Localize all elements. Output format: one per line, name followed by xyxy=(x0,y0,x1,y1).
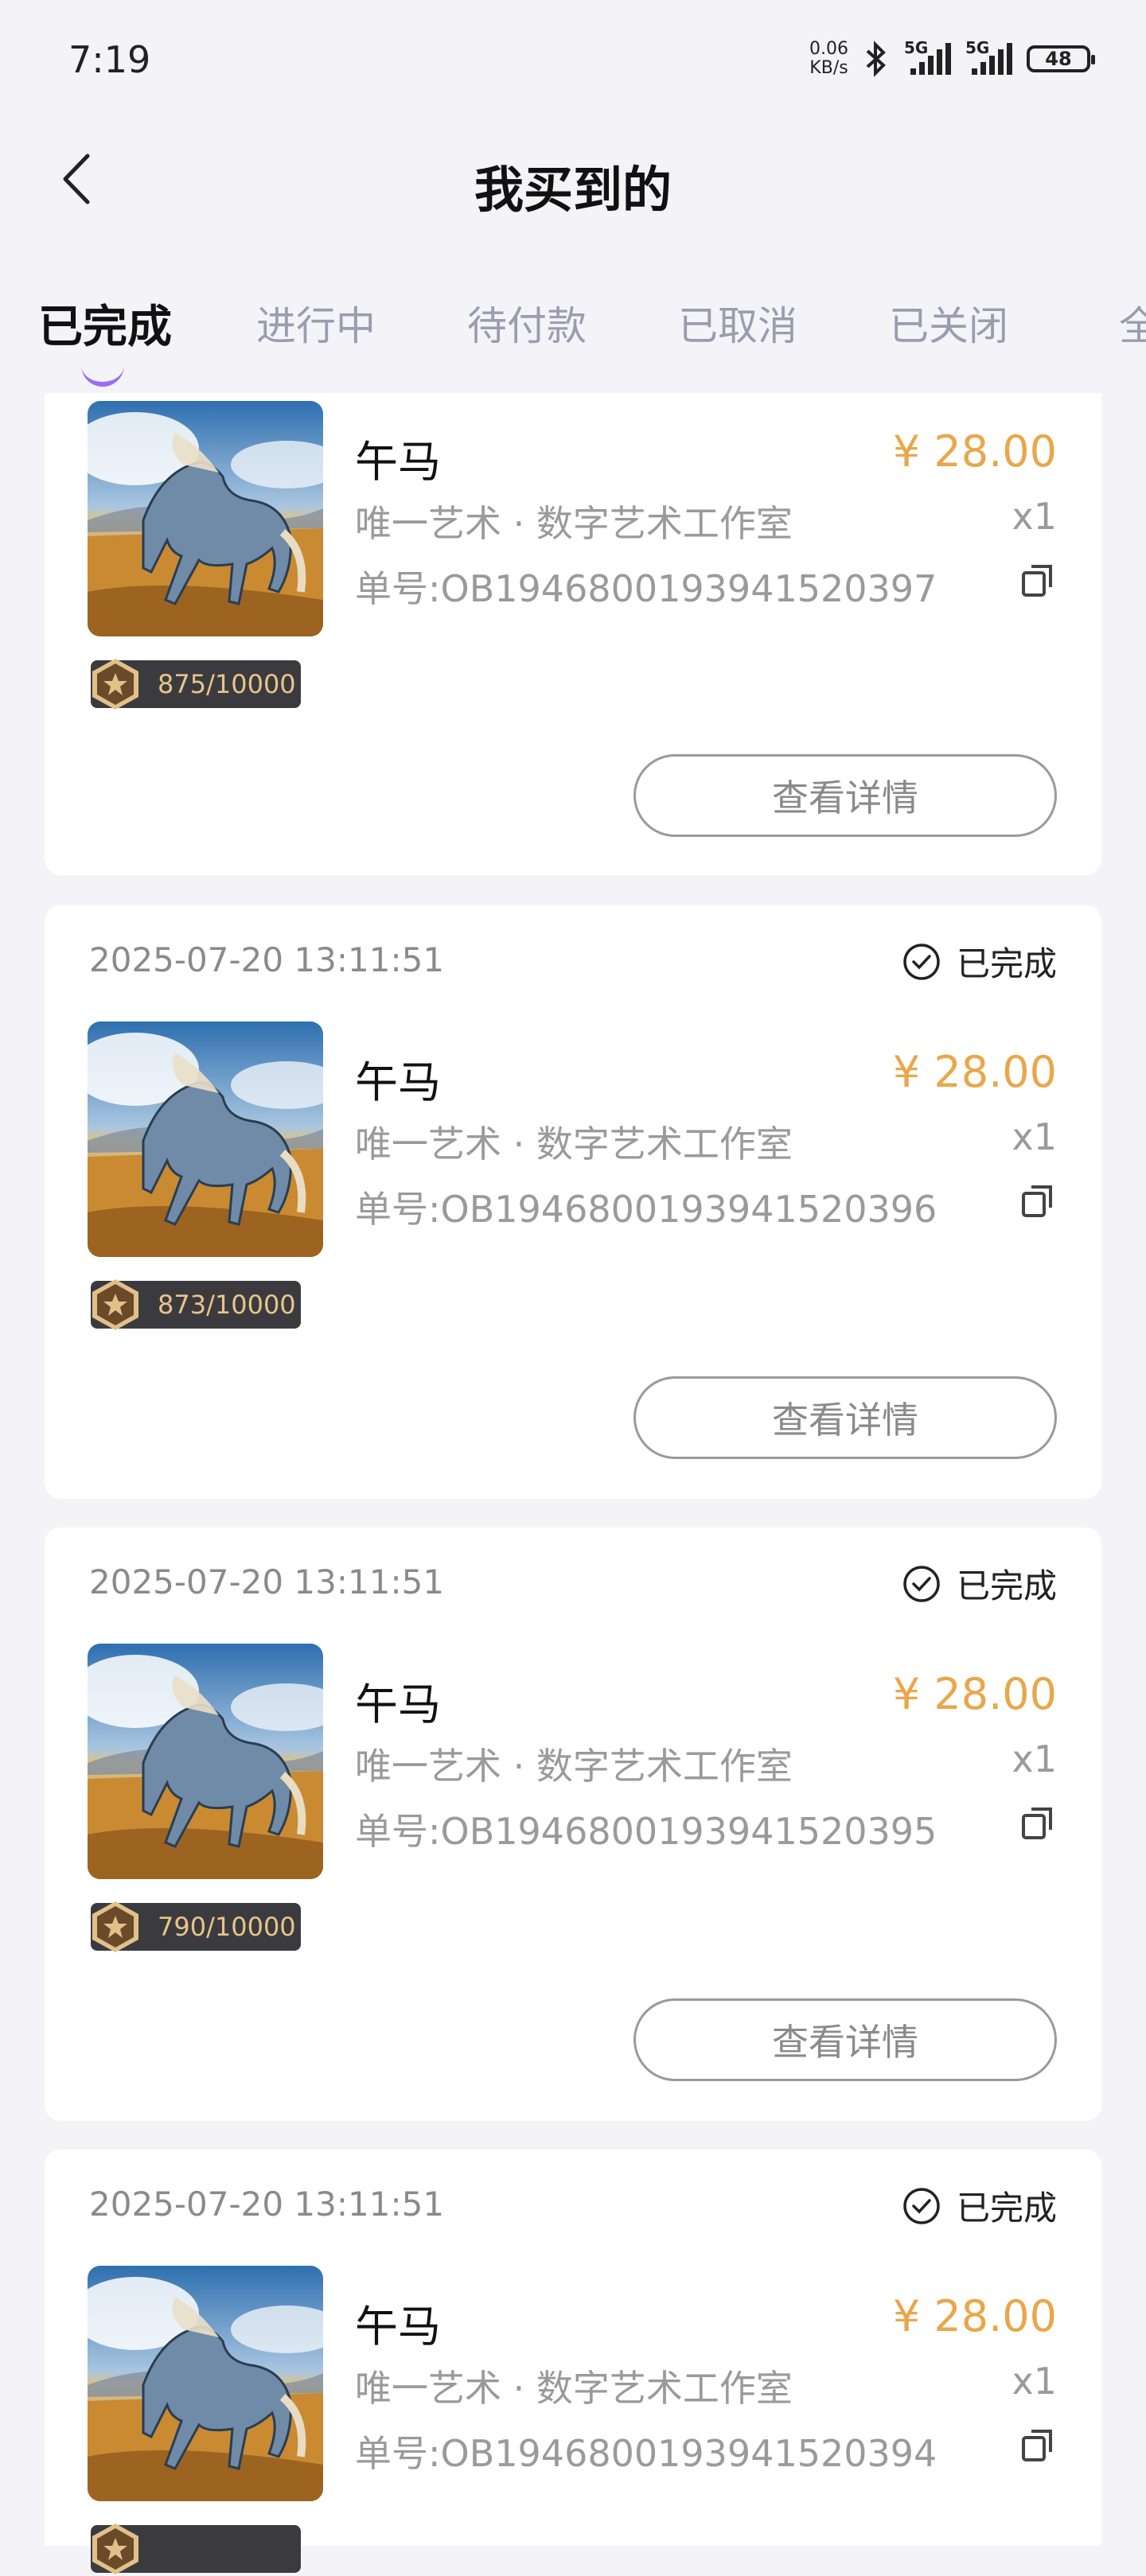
order-number: 单号:OB1946800193941520397 xyxy=(355,567,937,610)
shop-name: 唯一艺术 · 数字艺术工作室 xyxy=(355,1123,793,1165)
order-number: 单号:OB1946800193941520396 xyxy=(355,1188,937,1231)
order-date: 2025-07-20 13:11:51 xyxy=(89,1562,445,1601)
signal-icon: 5G xyxy=(904,38,951,75)
serial-badge xyxy=(91,2523,301,2574)
serial-badge: 873/10000 xyxy=(91,1279,301,1330)
product-image[interactable] xyxy=(88,1021,323,1257)
product-name: 午马 xyxy=(355,437,441,487)
star-badge-icon xyxy=(92,2523,138,2574)
product-price: ¥ 28.00 xyxy=(892,1669,1057,1719)
status-bar: 7:19 0.06 KB/s 5G 5G 48 xyxy=(0,0,1146,119)
product-price: ¥ 28.00 xyxy=(892,1047,1057,1097)
copy-icon[interactable] xyxy=(1019,562,1057,600)
order-number: 单号:OB1946800193941520394 xyxy=(355,2432,937,2475)
check-circle-icon xyxy=(903,2187,940,2224)
product-image[interactable] xyxy=(88,1644,323,1879)
quantity: x1 xyxy=(1012,1737,1058,1780)
copy-icon[interactable] xyxy=(1019,2426,1057,2465)
star-badge-icon xyxy=(92,1901,138,1952)
star-badge-icon xyxy=(92,1279,138,1330)
order-date: 2025-07-20 13:11:51 xyxy=(89,2185,445,2224)
order-card[interactable]: 午马 ¥ 28.00 唯一艺术 · 数字艺术工作室 x1 单号:OB194680… xyxy=(45,393,1101,875)
product-name: 午马 xyxy=(355,1679,441,1730)
tab-closed[interactable]: 已关闭 xyxy=(889,294,1008,352)
tab-all[interactable]: 全 xyxy=(1119,294,1146,352)
product-image[interactable] xyxy=(88,401,323,636)
check-circle-icon xyxy=(903,1565,940,1602)
active-tab-indicator xyxy=(81,364,124,387)
order-status: 已完成 xyxy=(902,1559,1057,1608)
quantity: x1 xyxy=(1012,495,1058,538)
net-speed: 0.06 KB/s xyxy=(809,39,848,78)
check-circle-icon xyxy=(903,943,940,980)
order-card[interactable]: 2025-07-20 13:11:51 已完成 午马 ¥ 28.00 唯一艺术 … xyxy=(45,1527,1101,2121)
copy-icon[interactable] xyxy=(1019,1182,1057,1220)
product-image[interactable] xyxy=(88,2266,323,2501)
order-number: 单号:OB1946800193941520395 xyxy=(355,1810,937,1853)
order-status: 已完成 xyxy=(902,937,1057,986)
product-price: ¥ 28.00 xyxy=(892,2291,1057,2341)
quantity: x1 xyxy=(1012,2360,1058,2403)
product-name: 午马 xyxy=(355,2302,441,2352)
page-header: 我买到的 xyxy=(0,119,1146,239)
page-title: 我买到的 xyxy=(474,161,672,219)
view-details-button[interactable]: 查看详情 xyxy=(633,1376,1057,1459)
bluetooth-icon xyxy=(866,41,886,77)
view-details-button[interactable]: 查看详情 xyxy=(633,754,1057,837)
product-price: ¥ 28.00 xyxy=(892,426,1057,477)
status-icons: 0.06 KB/s 5G 5G 48 xyxy=(809,35,1095,83)
copy-icon[interactable] xyxy=(1019,1804,1057,1843)
order-card[interactable]: 2025-07-20 13:11:51 已完成 午马 ¥ 28.00 唯一艺术 … xyxy=(45,905,1101,1499)
serial-badge: 875/10000 xyxy=(91,659,301,710)
serial-badge: 790/10000 xyxy=(91,1901,301,1952)
order-tabs: 已完成 进行中 待付款 已取消 已关闭 全 xyxy=(0,294,1146,390)
tab-cancelled[interactable]: 已取消 xyxy=(678,294,797,352)
shop-name: 唯一艺术 · 数字艺术工作室 xyxy=(355,502,793,545)
signal-icon-2: 5G xyxy=(965,38,1012,75)
tab-in-progress[interactable]: 进行中 xyxy=(256,294,376,352)
star-badge-icon xyxy=(92,659,138,710)
order-card[interactable]: 2025-07-20 13:11:51 已完成 午马 ¥ 28.00 唯一艺术 … xyxy=(45,2150,1101,2574)
order-status: 已完成 xyxy=(902,2181,1057,2230)
battery-icon: 48 xyxy=(1027,45,1095,72)
tab-pending-payment[interactable]: 待付款 xyxy=(467,294,587,352)
status-time: 7:19 xyxy=(68,38,151,81)
shop-name: 唯一艺术 · 数字艺术工作室 xyxy=(355,1745,793,1788)
view-details-button[interactable]: 查看详情 xyxy=(633,1998,1057,2081)
quantity: x1 xyxy=(1012,1115,1058,1158)
order-date: 2025-07-20 13:11:51 xyxy=(89,940,445,979)
shop-name: 唯一艺术 · 数字艺术工作室 xyxy=(355,2367,793,2410)
product-name: 午马 xyxy=(355,1057,441,1107)
tab-completed[interactable]: 已完成 xyxy=(38,291,172,356)
